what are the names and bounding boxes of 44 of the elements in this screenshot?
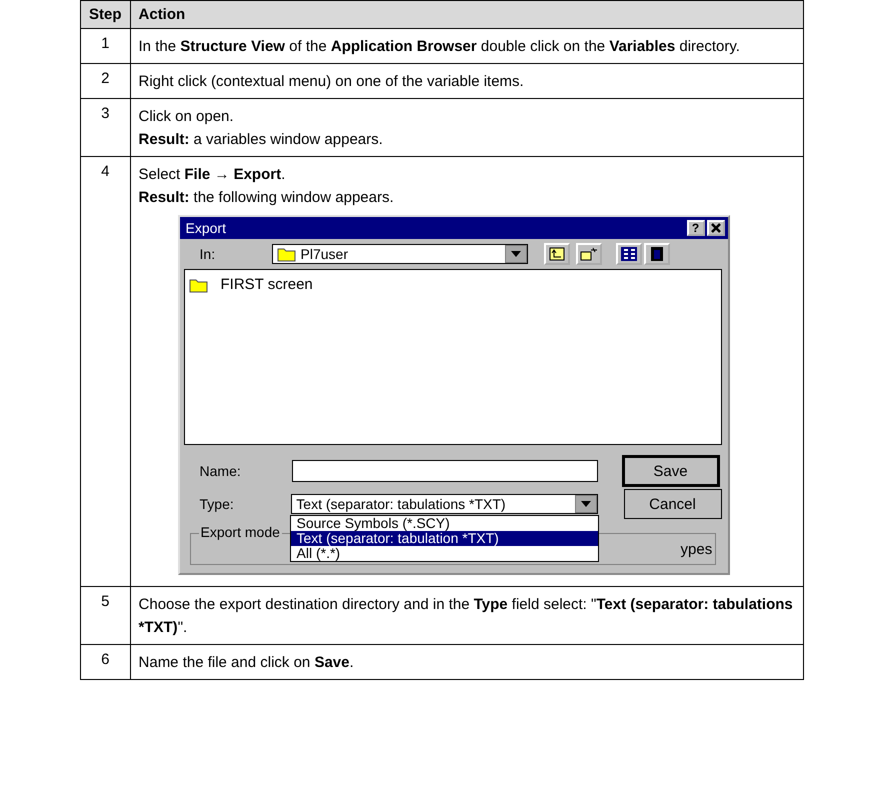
- option-label: ypes: [680, 540, 712, 558]
- folder-item[interactable]: FIRST screen: [188, 276, 717, 293]
- instruction-text: Result: the following window appears.: [138, 188, 395, 208]
- new-folder-button[interactable]: [576, 243, 602, 265]
- instruction-text: Right click (contextual menu) on one of the variable items.: [138, 72, 525, 92]
- step-number: 5: [80, 586, 130, 644]
- look-in-label: In:: [198, 246, 216, 262]
- new-folder-icon: [580, 247, 598, 261]
- details-view-button[interactable]: [616, 243, 642, 265]
- instruction-text: In the Structure View of the Application Browser double click on the Variables directory.: [138, 37, 741, 57]
- step-number: 1: [80, 28, 130, 64]
- instruction-text: Result: a variables window appears.: [138, 130, 384, 150]
- up-folder-button[interactable]: [544, 243, 570, 265]
- caret-icon[interactable]: [504, 245, 527, 263]
- window-title: Export: [186, 220, 227, 236]
- close-button[interactable]: [706, 220, 725, 236]
- step-number: 6: [80, 644, 130, 680]
- type-dropdown[interactable]: Text (separator: tabulations *TXT): [291, 494, 598, 514]
- save-button[interactable]: Save: [622, 455, 720, 487]
- step-number: 2: [80, 64, 130, 98]
- folder-icon: [276, 246, 297, 262]
- close-icon: [710, 223, 721, 233]
- details-view-icon: [620, 247, 637, 261]
- name-label: Name:: [198, 463, 242, 479]
- name-field[interactable]: [292, 460, 598, 482]
- step-number: 4: [80, 156, 130, 586]
- caret-icon[interactable]: [574, 495, 597, 513]
- folder-icon: [188, 276, 209, 292]
- list-view-icon: [650, 247, 663, 261]
- type-label: Type:: [198, 496, 235, 512]
- up-folder-icon: [548, 247, 565, 261]
- instruction-text: Choose the export destination directory and in the Type field select: "Text (separator: tabulations *TXT)".: [138, 595, 794, 638]
- column-header: Action: [130, 0, 804, 28]
- step-number: 3: [80, 98, 130, 156]
- dropdown-option[interactable]: Text (separator: tabulation *TXT): [290, 531, 598, 546]
- column-header: Step: [80, 0, 130, 28]
- folder-dropdown[interactable]: Pl7user: [272, 244, 528, 264]
- list-view-button[interactable]: [644, 243, 670, 265]
- instruction-text: Name the file and click on Save.: [138, 653, 355, 673]
- instruction-text: Click on open.: [138, 107, 235, 127]
- help-button[interactable]: ?: [686, 220, 705, 236]
- cancel-button[interactable]: Cancel: [624, 489, 722, 519]
- instruction-text: Select File → Export.: [138, 165, 286, 185]
- group-label: Export mode: [198, 524, 282, 540]
